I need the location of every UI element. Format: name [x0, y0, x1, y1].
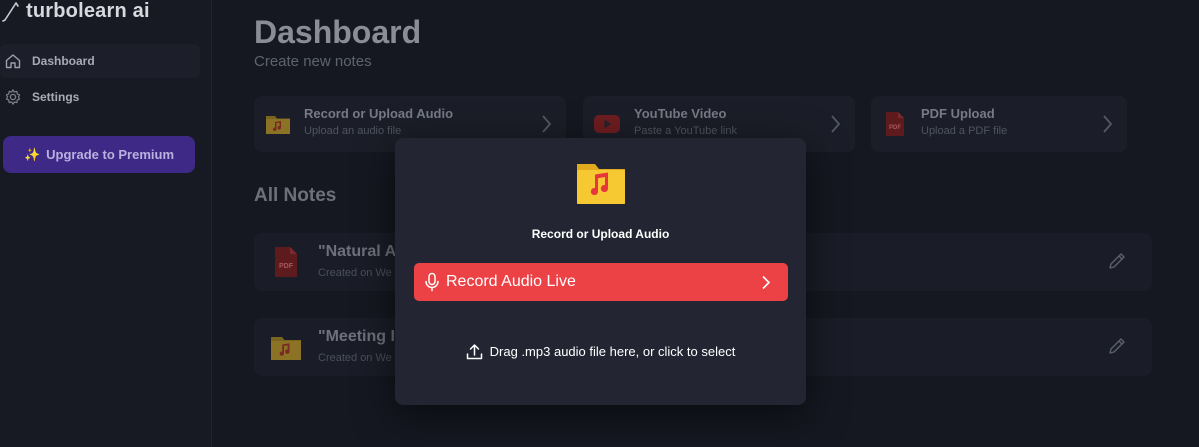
audio-folder-icon — [271, 337, 301, 360]
edit-pencil-icon[interactable] — [1107, 336, 1127, 356]
page-subtitle: Create new notes — [254, 53, 372, 70]
upgrade-to-premium-button[interactable]: ✨ Upgrade to Premium — [3, 136, 195, 173]
pdf-icon: PDF — [886, 112, 904, 136]
sidebar-item-dashboard[interactable]: Dashboard — [0, 44, 200, 78]
note-created-date: Created on We — [318, 352, 392, 364]
upgrade-label: Upgrade to Premium — [46, 147, 175, 162]
card-title: Record or Upload Audio — [304, 106, 454, 121]
gear-icon — [5, 89, 21, 105]
audio-folder-icon — [266, 116, 290, 134]
pdf-icon: PDF — [275, 247, 297, 277]
card-subtitle: Paste a YouTube link — [634, 125, 737, 137]
svg-text:PDF: PDF — [889, 125, 901, 131]
record-audio-live-button[interactable]: Record Audio Live — [414, 263, 788, 301]
sidebar-item-label: Dashboard — [32, 54, 95, 68]
sidebar: turbolearn ai Dashboard Settings ✨ Upgra… — [0, 0, 212, 447]
card-title: PDF Upload — [921, 106, 995, 121]
sidebar-item-label: Settings — [32, 90, 80, 104]
youtube-icon — [594, 115, 620, 133]
chevron-right-icon — [831, 115, 841, 133]
microphone-icon — [425, 272, 439, 292]
note-created-date: Created on We — [318, 267, 392, 279]
upload-icon — [466, 343, 482, 359]
note-title: "Meeting I — [318, 328, 395, 345]
card-pdf-upload[interactable]: PDF PDF Upload Upload a PDF file — [871, 96, 1127, 152]
card-subtitle: Upload an audio file — [304, 125, 402, 137]
dropzone-text: Drag .mp3 audio file here, or click to s… — [489, 343, 736, 359]
audio-file-dropzone[interactable]: Drag .mp3 audio file here, or click to s… — [395, 338, 806, 364]
svg-text:PDF: PDF — [279, 263, 294, 270]
chevron-right-icon — [542, 115, 552, 133]
sidebar-item-settings[interactable]: Settings — [0, 80, 200, 114]
modal-title: Record or Upload Audio — [531, 227, 670, 241]
sparkle-icon: ✨ — [23, 146, 41, 162]
record-audio-live-label: Record Audio Live — [446, 273, 576, 290]
page-title: Dashboard — [254, 14, 422, 50]
card-title: YouTube Video — [634, 106, 727, 121]
logo-icon — [2, 2, 19, 22]
all-notes-title: All Notes — [254, 185, 337, 206]
brand[interactable]: turbolearn ai — [2, 0, 150, 24]
home-icon — [5, 54, 21, 69]
note-title: "Natural A — [318, 243, 397, 260]
audio-folder-icon — [577, 164, 625, 204]
card-subtitle: Upload a PDF file — [921, 125, 1008, 137]
chevron-right-icon — [762, 275, 771, 290]
edit-pencil-icon[interactable] — [1107, 251, 1127, 271]
brand-name: turbolearn ai — [26, 0, 150, 22]
upload-audio-modal: Record or Upload Audio Record Audio Live… — [395, 138, 806, 405]
chevron-right-icon — [1103, 115, 1113, 133]
